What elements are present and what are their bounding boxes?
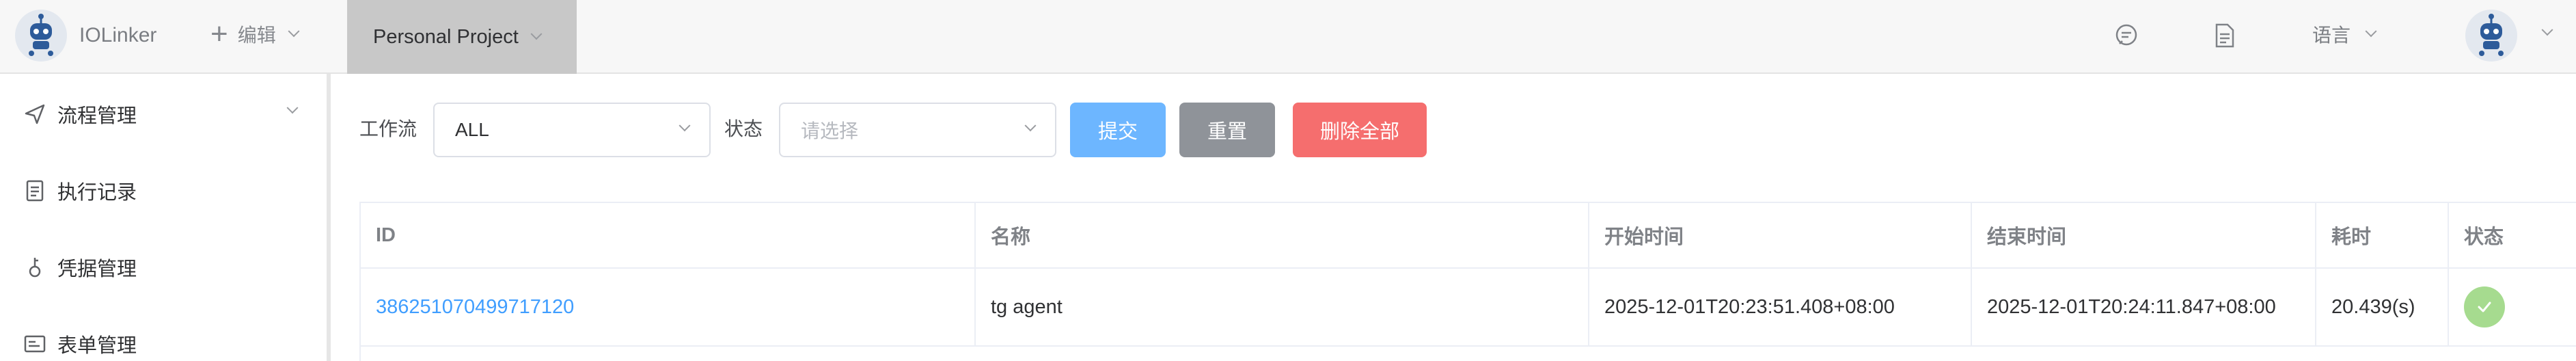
language-label: 语言 bbox=[2312, 25, 2351, 46]
delete-all-button[interactable]: 删除全部 bbox=[1293, 103, 1427, 157]
avatar[interactable] bbox=[2465, 10, 2517, 62]
sidebar-item-workflows[interactable]: 流程管理 bbox=[23, 97, 137, 131]
submit-button[interactable]: 提交 bbox=[1070, 103, 1166, 157]
top-header: IOLinker + 编辑 Personal Project 语言 bbox=[0, 0, 2576, 74]
cell-end-time: 2025-12-01T20:24:11.847+08:00 bbox=[1972, 269, 2316, 345]
sidebar-item-forms[interactable]: 表单管理 bbox=[23, 327, 137, 361]
success-status-icon bbox=[2464, 286, 2505, 327]
executions-table: ID 名称 开始时间 结束时间 耗时 状态 386251070499717120… bbox=[359, 202, 2576, 361]
form-icon bbox=[24, 335, 46, 353]
column-header-name[interactable]: 名称 bbox=[976, 203, 1589, 267]
chevron-down-icon bbox=[2365, 25, 2377, 38]
status-select[interactable]: 请选择 bbox=[779, 103, 1056, 157]
column-header-id[interactable]: ID bbox=[361, 203, 976, 267]
cell-name: tg agent bbox=[976, 269, 1589, 345]
chat-icon[interactable] bbox=[2114, 23, 2139, 48]
document-icon[interactable] bbox=[2214, 23, 2236, 48]
column-header-end-time[interactable]: 结束时间 bbox=[1972, 203, 2316, 267]
edit-menu[interactable]: + 编辑 bbox=[210, 17, 300, 51]
app-name: IOLinker bbox=[79, 24, 157, 46]
column-header-start-time[interactable]: 开始时间 bbox=[1589, 203, 1972, 267]
document-icon bbox=[26, 180, 44, 202]
app-logo[interactable] bbox=[15, 10, 67, 62]
execution-id-link[interactable]: 386251070499717120 bbox=[376, 296, 574, 319]
cell-id: 386251070499717120 bbox=[361, 269, 976, 345]
sidebar-item-credentials[interactable]: 凭据管理 bbox=[23, 250, 137, 284]
sidebar-item-label: 执行记录 bbox=[57, 182, 137, 204]
table-header-row: ID 名称 开始时间 结束时间 耗时 状态 bbox=[361, 203, 2576, 269]
column-header-duration[interactable]: 耗时 bbox=[2316, 203, 2449, 267]
cell-status bbox=[2449, 269, 2576, 345]
robot-icon bbox=[29, 14, 53, 56]
workflow-filter-label: 工作流 bbox=[359, 118, 417, 139]
check-icon bbox=[2478, 302, 2491, 312]
sidebar-item-label: 表单管理 bbox=[57, 335, 137, 357]
sidebar-item-executions[interactable]: 执行记录 bbox=[23, 174, 137, 208]
chevron-down-icon bbox=[679, 120, 691, 132]
plus-icon: + bbox=[210, 17, 228, 51]
chevron-down-icon bbox=[530, 28, 543, 40]
cell-duration: 20.439(s) bbox=[2316, 269, 2449, 345]
send-icon bbox=[25, 104, 45, 124]
sidebar-item-label: 凭据管理 bbox=[57, 258, 137, 280]
key-icon bbox=[29, 258, 41, 278]
status-select-placeholder: 请选择 bbox=[801, 120, 859, 142]
column-header-status[interactable]: 状态 bbox=[2449, 203, 2576, 267]
sidebar-item-label: 流程管理 bbox=[57, 105, 137, 127]
sidebar: 流程管理 执行记录 凭据管理 表单管理 bbox=[0, 74, 331, 361]
edit-menu-label: 编辑 bbox=[237, 25, 276, 46]
reset-button[interactable]: 重置 bbox=[1179, 103, 1275, 157]
language-selector[interactable]: 语言 bbox=[2312, 21, 2377, 48]
project-label: Personal Project bbox=[373, 25, 519, 48]
project-selector[interactable]: Personal Project bbox=[347, 0, 577, 74]
chevron-down-icon bbox=[288, 25, 300, 38]
table-row[interactable]: 386251070499717120 tg agent 2025-12-01T2… bbox=[361, 269, 2576, 347]
chevron-down-icon bbox=[1024, 120, 1037, 132]
chevron-down-icon[interactable] bbox=[2541, 24, 2553, 36]
chevron-down-icon[interactable] bbox=[286, 102, 299, 114]
workflow-select[interactable]: ALL bbox=[433, 103, 711, 157]
workflow-select-value: ALL bbox=[455, 119, 489, 140]
status-filter-label: 状态 bbox=[724, 118, 763, 139]
cell-start-time: 2025-12-01T20:23:51.408+08:00 bbox=[1589, 269, 1972, 345]
robot-icon bbox=[2479, 14, 2504, 56]
